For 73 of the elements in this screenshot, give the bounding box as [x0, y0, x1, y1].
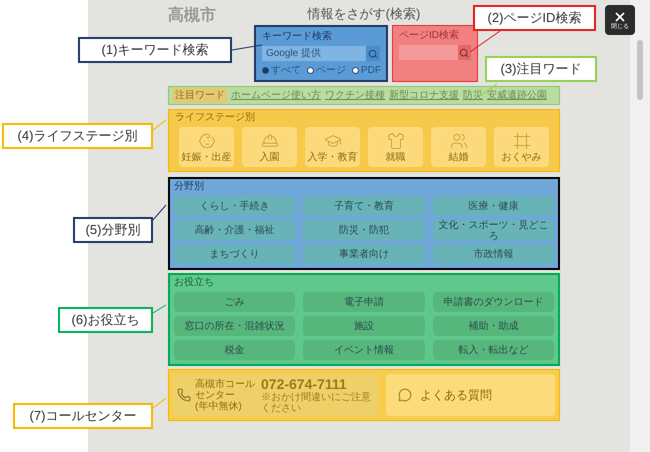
category-button[interactable]: 事業者向け	[303, 244, 425, 264]
featured-word-link[interactable]: 安威遺跡公園	[487, 88, 547, 103]
category-button[interactable]: 補助・助成	[432, 316, 554, 336]
life-stage-tile[interactable]: 入学・教育	[305, 127, 360, 167]
leader-line	[152, 120, 166, 130]
life-stage-tile[interactable]: 妊娠・出産	[179, 127, 234, 167]
life-stage-tile[interactable]: 入園	[242, 127, 297, 167]
category-button[interactable]: 転入・転出など	[432, 340, 554, 360]
callout-label: (3)注目ワード	[485, 56, 597, 82]
life-stage-tile[interactable]: 就職	[368, 127, 423, 167]
keyword-search-label: キーワード検索	[262, 30, 333, 44]
shirt-icon	[386, 132, 404, 150]
radio-button[interactable]	[352, 67, 359, 74]
phone-number: 072-674-7111	[261, 376, 348, 392]
call-center-name: 高槻市コールセンター	[195, 378, 256, 400]
category-button[interactable]: 電子申請	[303, 292, 425, 312]
category-button[interactable]: くらし・手続き	[174, 196, 296, 216]
section-heading: 分野別	[174, 180, 205, 194]
featured-word-link[interactable]: ホームページ使い方	[231, 88, 321, 103]
featured-words-badge: 注目ワード	[173, 88, 227, 103]
category-button[interactable]: 高齢・介護・福祉	[174, 220, 296, 240]
hat-icon	[260, 132, 278, 150]
section-heading: ライフステージ別	[175, 111, 256, 125]
category-button[interactable]: 施設	[303, 316, 425, 336]
category-button[interactable]: 申請書のダウンロード	[432, 292, 554, 312]
life-stage-tile[interactable]: 結婚	[431, 127, 486, 167]
radio-label: ページ	[316, 64, 346, 78]
leader-line	[152, 398, 166, 408]
callout-label: (7)コールセンター	[13, 403, 153, 429]
speech-bubble-icon	[398, 388, 412, 402]
radio-button[interactable]	[262, 67, 269, 74]
life-stage-tile[interactable]: おくやみ	[494, 127, 549, 167]
baby-icon	[198, 132, 216, 150]
featured-word-link[interactable]: ワクチン接種	[325, 88, 385, 103]
leader-line	[470, 30, 500, 52]
category-button[interactable]: ごみ	[174, 292, 296, 312]
page-id-input-field[interactable]	[399, 45, 458, 60]
search-icon	[459, 48, 470, 58]
keyword-input-field[interactable]: Google 提供	[262, 46, 366, 61]
category-button[interactable]: 税金	[174, 340, 296, 360]
phone-icon	[177, 388, 191, 402]
callout-label: (4)ライフステージ別	[2, 123, 153, 149]
people-icon	[450, 132, 468, 150]
section-heading: お役立ち	[174, 276, 215, 290]
category-button[interactable]: 文化・スポーツ・見どころ	[432, 220, 554, 240]
callout-label: (1)キーワード検索	[78, 37, 232, 63]
callout-label: (2)ページID検索	[473, 5, 596, 31]
featured-word-link[interactable]: 新型コロナ支援	[389, 88, 459, 103]
page-id-search-label: ページID検索	[399, 28, 460, 43]
close-icon	[613, 10, 627, 24]
radio-label: すべて	[271, 64, 301, 78]
radio-button[interactable]	[307, 67, 314, 74]
faq-button[interactable]: よくある質問	[386, 374, 555, 416]
call-center-hours: (年中無休)	[195, 400, 243, 412]
leader-line	[152, 304, 166, 314]
city-logo-text: 高槻市	[168, 5, 216, 26]
category-button[interactable]: 窓口の所在・混雑状況	[174, 316, 296, 336]
category-button[interactable]: イベント情報	[303, 340, 425, 360]
leader-line	[152, 204, 166, 220]
category-button[interactable]: 子育て・教育	[303, 196, 425, 216]
category-button[interactable]: 医療・健康	[432, 196, 554, 216]
callout-label: (5)分野別	[73, 217, 153, 243]
call-note: ※おかけ間違いにご注意ください	[261, 392, 372, 414]
radio-label: PDF	[361, 64, 381, 78]
featured-word-link[interactable]: 防災	[463, 88, 483, 103]
search-icon	[368, 48, 378, 58]
category-button[interactable]: 防災・防犯	[303, 220, 425, 240]
callout-label: (6)お役立ち	[58, 307, 153, 333]
category-button[interactable]: 市政情報	[432, 244, 554, 264]
search-button[interactable]	[458, 45, 471, 60]
category-button[interactable]: まちづくり	[174, 244, 296, 264]
search-button[interactable]	[366, 46, 380, 61]
dialog-title: 情報をさがす(検索)	[308, 5, 420, 24]
